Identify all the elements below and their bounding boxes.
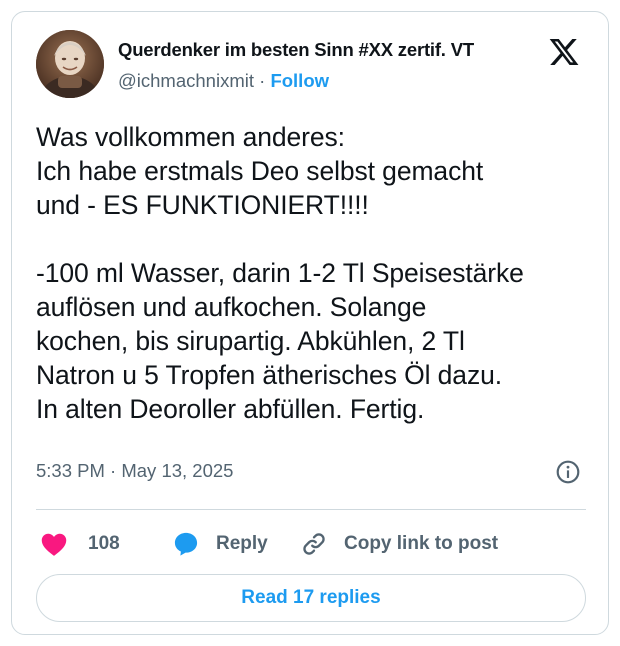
like-count: 108 (88, 533, 120, 554)
speech-bubble-icon (174, 532, 198, 556)
author-display-name[interactable]: Querdenker im besten Sinn #XX zertif. VT (118, 39, 474, 61)
author-handle[interactable]: @ichmachnixmit (118, 70, 254, 91)
handle-separator: · (259, 70, 266, 91)
read-replies-button[interactable]: Read 17 replies (36, 574, 586, 622)
action-bar: 108 Reply Copy link to post (12, 528, 608, 560)
reply-button[interactable]: Reply (172, 528, 268, 560)
reply-label: Reply (216, 533, 268, 554)
post-timestamp[interactable]: 5:33 PM · May 13, 2025 (36, 460, 233, 482)
read-replies-label: Read 17 replies (241, 587, 381, 608)
x-logo-icon[interactable] (548, 36, 580, 68)
info-icon[interactable] (555, 459, 581, 485)
follow-button[interactable]: Follow (270, 70, 329, 91)
avatar[interactable] (36, 30, 104, 98)
divider (36, 509, 586, 510)
post-time[interactable]: 5:33 PM (36, 460, 105, 481)
timestamp-separator: · (110, 460, 117, 481)
tweet-card: Querdenker im besten Sinn #XX zertif. VT… (11, 11, 609, 635)
heart-icon (41, 533, 67, 556)
copy-link-button[interactable]: Copy link to post (300, 528, 498, 560)
copy-link-label: Copy link to post (344, 533, 499, 554)
link-icon (303, 533, 325, 555)
post-date[interactable]: May 13, 2025 (121, 460, 233, 481)
avatar-image (36, 30, 104, 98)
like-button[interactable]: 108 (40, 528, 120, 560)
author-handle-row: @ichmachnixmit · Follow (118, 70, 329, 92)
post-text: Was vollkommen anderes: Ich habe erstmal… (36, 122, 524, 424)
